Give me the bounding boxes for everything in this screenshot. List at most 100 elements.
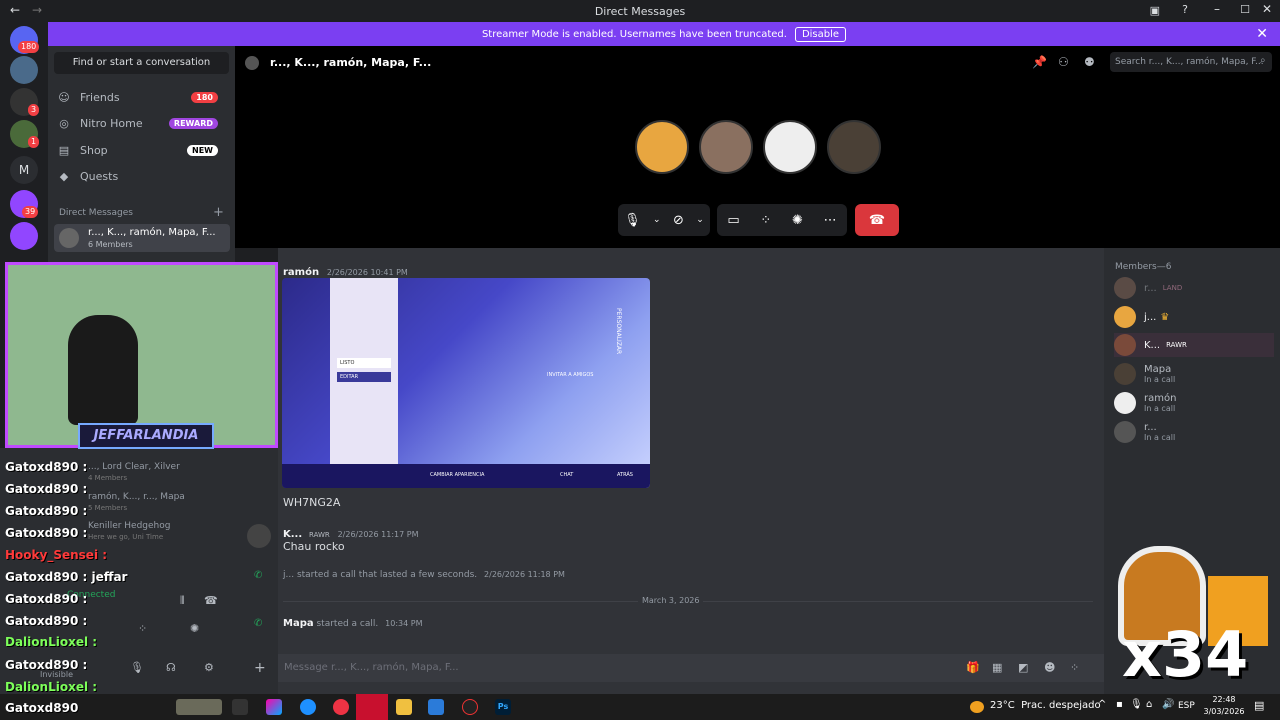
dm-item-active[interactable]: r..., K..., ramón, Mapa, F... 6 Members: [54, 224, 230, 252]
tray-chevron-icon[interactable]: ^: [1098, 699, 1106, 710]
clock-time[interactable]: 22:48: [1202, 695, 1246, 704]
member-item[interactable]: j... ♛: [1114, 305, 1169, 329]
message-author[interactable]: ramón: [283, 267, 319, 278]
system-text: started a call.: [316, 619, 379, 629]
task-view-icon[interactable]: [232, 699, 248, 715]
app-icon[interactable]: [356, 694, 388, 720]
message-time: 10:34 PM: [385, 619, 423, 628]
search-widget-icon[interactable]: [176, 699, 222, 715]
member-item[interactable]: r... In a call: [1114, 420, 1175, 444]
member-item[interactable]: ramón In a call: [1114, 391, 1176, 415]
settings-gear-icon[interactable]: ⚙: [204, 661, 214, 674]
create-dm-icon[interactable]: +: [213, 205, 224, 220]
file-explorer-icon[interactable]: [396, 699, 412, 715]
reward-badge: REWARD: [168, 117, 218, 129]
phone-icon[interactable]: ✆: [254, 570, 262, 581]
participant-avatar[interactable]: [699, 120, 753, 174]
participant-avatar[interactable]: [635, 120, 689, 174]
emoji-icon[interactable]: ☻: [1044, 661, 1055, 674]
pin-icon[interactable]: 📌: [1032, 55, 1047, 69]
mic-icon[interactable]: 🎙: [624, 213, 641, 228]
dm-name[interactable]: ..., Lord Clear, Xilver: [88, 462, 180, 472]
image-attachment[interactable]: LISTO EDITAR INVITAR A AMIGOS PERSONALIZ…: [282, 278, 650, 488]
chevron-down-icon[interactable]: ⌄: [653, 215, 661, 225]
mic-controls: 🎙 ⌄ ⊘ ⌄: [618, 204, 710, 236]
minimize-icon[interactable]: –: [1214, 2, 1220, 16]
activities-icon[interactable]: ⁘: [138, 622, 147, 635]
member-avatar: [1114, 392, 1136, 414]
server-badge: 39: [22, 206, 39, 218]
message-header: K... RAWR 2/26/2026 11:17 PM: [283, 526, 418, 540]
close-window-icon[interactable]: ✕: [1262, 2, 1272, 16]
clock-date[interactable]: 3/03/2026: [1202, 707, 1246, 716]
server-letter-icon[interactable]: M: [10, 156, 38, 184]
notifications-icon[interactable]: ▤: [1254, 699, 1264, 712]
participant-avatar[interactable]: [827, 120, 881, 174]
apps-icon[interactable]: ⁘: [1070, 661, 1079, 674]
chevron-down-icon[interactable]: ⌄: [696, 215, 704, 225]
inbox-icon[interactable]: ▣: [1150, 4, 1160, 17]
member-item[interactable]: K... RAWR: [1114, 333, 1274, 357]
mic-tray-icon[interactable]: 🎙: [1130, 699, 1143, 710]
soundboard-icon[interactable]: ✺: [190, 622, 199, 635]
more-icon[interactable]: ⋯: [824, 213, 837, 228]
find-conversation-button[interactable]: Find or start a conversation: [54, 52, 229, 74]
participant-avatar[interactable]: [763, 120, 817, 174]
headphones-icon[interactable]: ☊: [166, 661, 176, 674]
twitch-icon[interactable]: [10, 222, 38, 250]
edge-icon[interactable]: [300, 699, 316, 715]
nav-nitro-home[interactable]: ◎ Nitro Home REWARD: [56, 112, 226, 134]
obs-icon[interactable]: [462, 699, 478, 715]
nav-shop[interactable]: ▤ Shop NEW: [56, 139, 226, 161]
sticker-icon[interactable]: ◩: [1018, 661, 1028, 674]
activities-icon[interactable]: ⁘: [760, 213, 771, 228]
gaming-chair: [68, 315, 138, 425]
message-author[interactable]: K...: [283, 529, 302, 540]
camera-off-icon[interactable]: ⊘: [673, 213, 684, 228]
member-list-icon[interactable]: ⚉: [1084, 55, 1095, 69]
disconnect-icon[interactable]: ☎: [204, 594, 218, 607]
volume-icon[interactable]: 🔊: [1162, 699, 1174, 710]
disable-button[interactable]: Disable: [794, 26, 847, 42]
window-title: Direct Messages: [594, 4, 686, 18]
search-input[interactable]: Search r..., K..., ramón, Mapa, F...: [1110, 52, 1272, 72]
stream-chat-user: Gatoxd890 :: [5, 570, 88, 584]
network-icon[interactable]: ⌂: [1146, 699, 1152, 710]
voice-wave-icon[interactable]: ⫴: [180, 594, 185, 608]
add-icon[interactable]: +: [254, 660, 266, 676]
maximize-icon[interactable]: ☐: [1240, 3, 1250, 16]
weather-text[interactable]: 23°C Prac. despejado: [990, 700, 1101, 711]
member-item[interactable]: Mapa In a call: [1114, 362, 1175, 386]
banner-close-icon[interactable]: ✕: [1256, 26, 1268, 42]
stream-chat-user: Gatoxd890 :: [5, 504, 88, 518]
phone-icon[interactable]: ✆: [254, 618, 262, 629]
member-item[interactable]: r... LAND: [1114, 276, 1274, 300]
word-icon[interactable]: [428, 699, 444, 715]
gift-icon[interactable]: 🎁: [966, 661, 980, 674]
nav-friends[interactable]: ☺ Friends 180: [56, 86, 226, 108]
member-status: In a call: [1144, 404, 1176, 413]
photoshop-icon[interactable]: Ps: [495, 699, 511, 715]
screen-share-icon[interactable]: ▭: [727, 213, 739, 228]
mic-icon[interactable]: 🎙: [130, 661, 144, 674]
server-icon[interactable]: [10, 56, 38, 84]
nav-quests[interactable]: ◆ Quests: [56, 165, 226, 187]
chrome-icon[interactable]: [333, 699, 349, 715]
copilot-icon[interactable]: [266, 699, 282, 715]
disconnect-button[interactable]: ☎: [855, 204, 899, 236]
friends-badge: 180: [191, 91, 218, 103]
language-indicator[interactable]: ESP: [1178, 701, 1195, 711]
message-input[interactable]: Message r..., K..., ramón, Mapa, F...: [284, 662, 459, 673]
system-text: j... started a call that lasted a few se…: [283, 570, 478, 580]
message-author[interactable]: Mapa: [283, 618, 314, 629]
help-icon[interactable]: ?: [1182, 3, 1188, 16]
add-friends-icon[interactable]: ⚇: [1058, 55, 1069, 69]
member-name: Mapa: [1144, 364, 1172, 375]
tray-app-icon[interactable]: ▪: [1116, 699, 1123, 710]
soundboard-icon[interactable]: ✺: [792, 213, 803, 228]
gif-icon[interactable]: ▦: [992, 661, 1002, 674]
channel-title: r..., K..., ramón, Mapa, F...: [270, 56, 432, 69]
dm-name[interactable]: ramón, K..., r..., Mapa: [88, 492, 185, 502]
nav-label: Friends: [80, 90, 120, 104]
dm-name[interactable]: Keniller Hedgehog: [88, 521, 171, 531]
